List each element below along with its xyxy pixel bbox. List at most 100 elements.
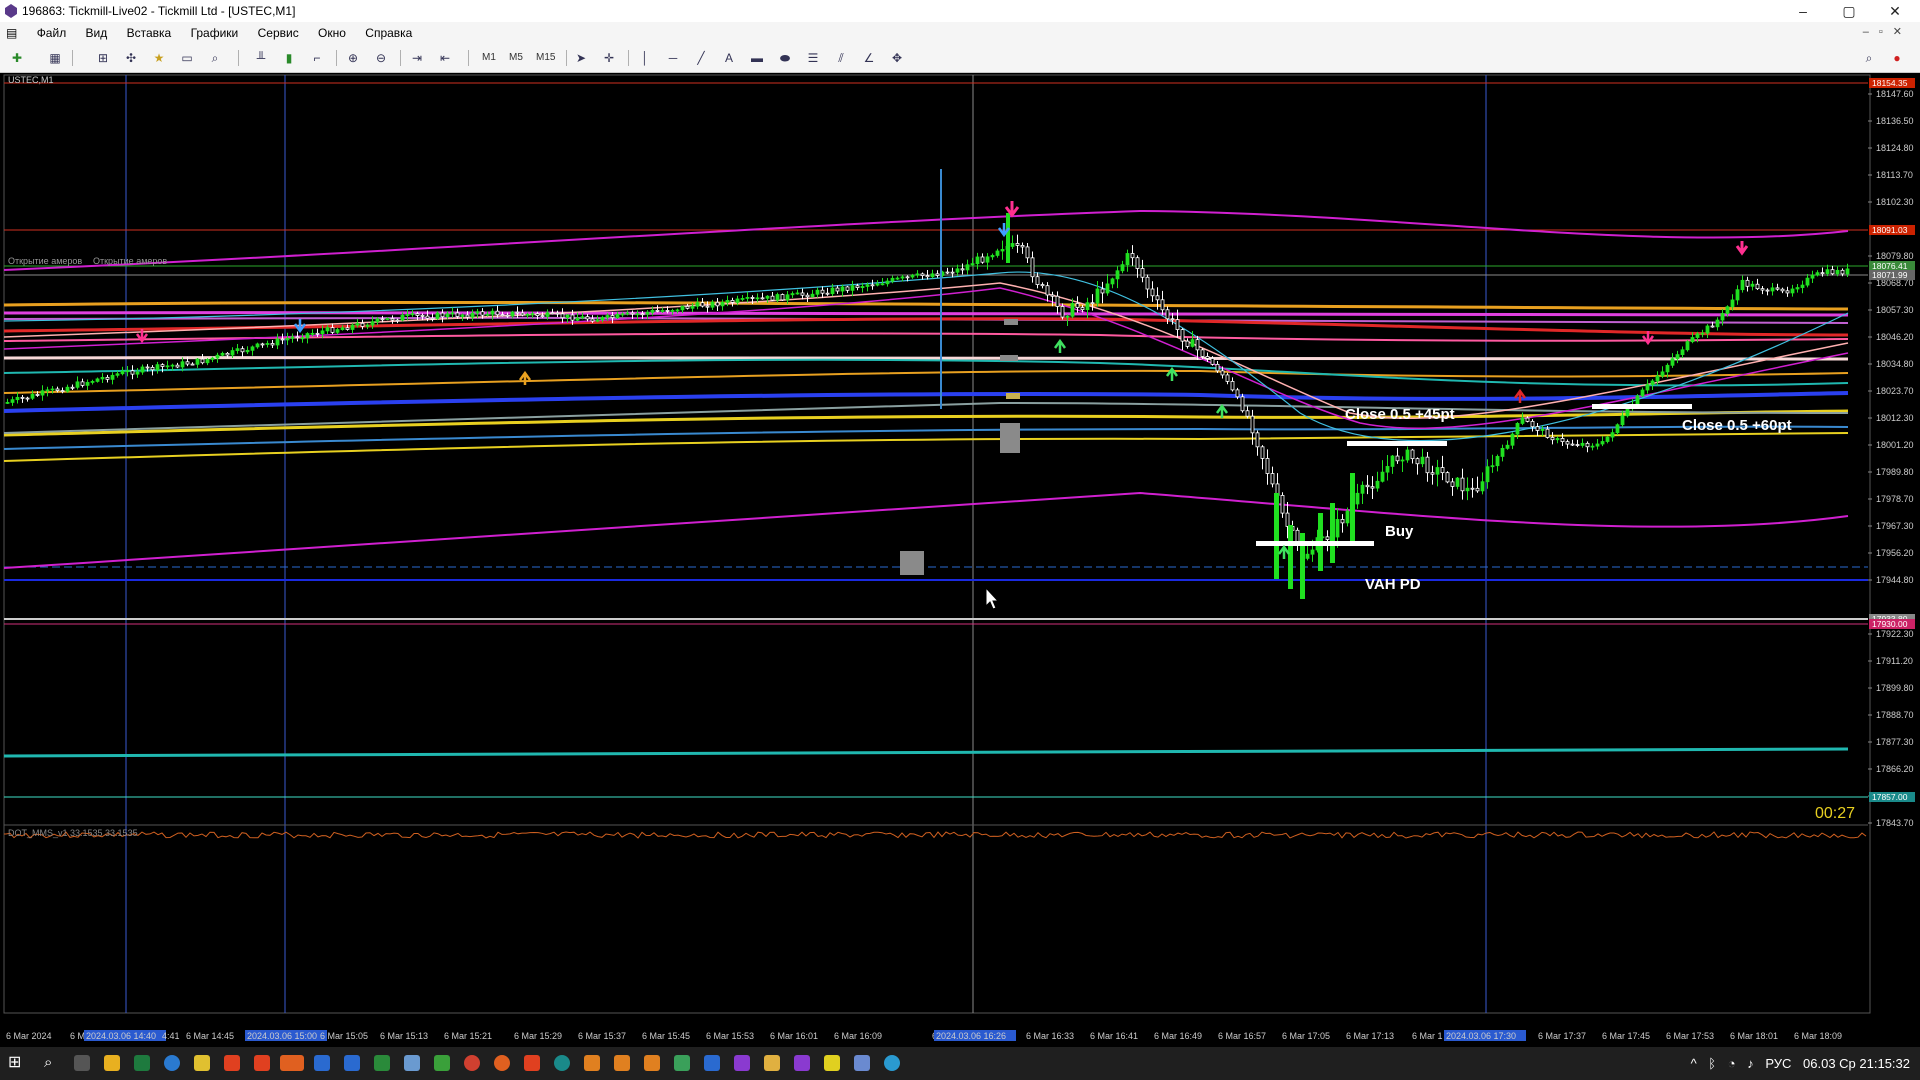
text-tool-icon[interactable]: A (720, 49, 738, 67)
tester-icon[interactable]: ⌕ (206, 49, 224, 67)
time-axis-label: 6 Mar 1 (1412, 1031, 1443, 1041)
volume-icon[interactable]: ♪ (1747, 1056, 1754, 1071)
language-indicator[interactable]: РУС (1765, 1056, 1791, 1071)
candle-body (1205, 356, 1210, 359)
trendline-icon[interactable]: ╱ (692, 49, 710, 67)
favorites-icon[interactable]: ★ (150, 49, 168, 67)
app-icon[interactable] (704, 1055, 720, 1071)
zoom-out-icon[interactable]: ⊖ (372, 49, 390, 67)
vertical-line-icon[interactable]: │ (636, 49, 654, 67)
menu-help[interactable]: Справка (357, 22, 420, 44)
menu-file[interactable]: Файл (29, 22, 75, 44)
channel-icon[interactable]: ⫽ (832, 49, 850, 67)
chrome-icon[interactable] (464, 1055, 480, 1071)
candle-body (685, 305, 690, 309)
timeframe-m5[interactable]: M5 (509, 49, 523, 67)
app-icon[interactable] (314, 1055, 330, 1071)
market-watch-icon[interactable]: ⊞ (94, 49, 112, 67)
start-icon[interactable]: ⊞ (8, 1055, 24, 1071)
app-icon[interactable] (644, 1055, 660, 1071)
ellipse-icon[interactable]: ⬬ (776, 49, 794, 67)
bluetooth-icon[interactable]: ᛒ (1708, 1056, 1716, 1071)
candle-chart-icon[interactable]: ▮ (280, 49, 298, 67)
horizontal-line-icon[interactable]: ─ (664, 49, 682, 67)
zoom-in-icon[interactable]: ⊕ (344, 49, 362, 67)
app-icon[interactable] (280, 1055, 304, 1071)
browser-icon[interactable] (164, 1055, 180, 1071)
file-explorer-icon[interactable] (104, 1055, 120, 1071)
candle-body (240, 348, 245, 353)
chart-shift-icon[interactable]: ⇤ (436, 49, 454, 67)
new-chart-icon[interactable]: ✚ (8, 49, 26, 67)
app-icon[interactable] (674, 1055, 690, 1071)
candle-body (150, 366, 155, 371)
cursor-icon[interactable]: ➤ (572, 49, 590, 67)
metatrader-taskbar-icon[interactable] (404, 1055, 420, 1071)
maximize-button[interactable]: ▢ (1826, 0, 1872, 22)
close2-annotation: Close 0.5 +60pt (1682, 417, 1792, 434)
candle-body (1650, 380, 1655, 385)
search-icon[interactable]: ⌕ (44, 1055, 60, 1071)
menu-tools[interactable]: Сервис (250, 22, 307, 44)
menu-window[interactable]: Окно (310, 22, 354, 44)
app-icon[interactable] (854, 1055, 870, 1071)
candle-body (510, 311, 515, 317)
candle-body (100, 376, 105, 380)
crosshair-icon[interactable]: ✛ (600, 49, 618, 67)
app-icon[interactable] (734, 1055, 750, 1071)
excel-icon[interactable] (134, 1055, 150, 1071)
candle-body (440, 312, 445, 318)
rectangle-icon[interactable]: ▬ (748, 49, 766, 67)
timeframe-m15[interactable]: M15 (536, 49, 555, 67)
tray-chevron-icon[interactable]: ^ (1691, 1056, 1697, 1071)
app-icon[interactable] (794, 1055, 810, 1071)
menu-insert[interactable]: Вставка (119, 22, 180, 44)
app-icon[interactable] (554, 1055, 570, 1071)
terminal-icon[interactable]: ▭ (178, 49, 196, 67)
app-icon[interactable] (584, 1055, 600, 1071)
shapes-dropdown-icon[interactable]: ✥ (888, 49, 906, 67)
fibonacci-icon[interactable]: ☰ (804, 49, 822, 67)
app-icon[interactable] (344, 1055, 360, 1071)
line-chart-icon[interactable]: ⌐ (308, 49, 326, 67)
candle-body (1670, 358, 1675, 366)
candle-body (990, 255, 995, 258)
profiles-icon[interactable]: ▦ (46, 49, 64, 67)
brave-icon[interactable] (254, 1055, 270, 1071)
menu-app-icon[interactable]: ▤ (0, 22, 25, 44)
brave-icon[interactable] (224, 1055, 240, 1071)
timeframe-m1[interactable]: M1 (482, 49, 496, 67)
network-icon[interactable]: ◔ (1728, 1056, 1736, 1071)
clock[interactable]: 06.03 Ср 21:15:32 (1803, 1056, 1910, 1071)
app-icon[interactable] (434, 1055, 450, 1071)
navigator-icon[interactable]: ✣ (122, 49, 140, 67)
candle-body (1655, 375, 1660, 382)
candle-body (405, 314, 410, 316)
notifications-icon[interactable]: ● (1888, 49, 1906, 67)
task-view-icon[interactable] (74, 1055, 90, 1071)
menu-view[interactable]: Вид (78, 22, 116, 44)
minimize-button[interactable]: – (1780, 0, 1826, 22)
app-icon[interactable] (824, 1055, 840, 1071)
notes-icon[interactable] (194, 1055, 210, 1071)
candle-body (625, 312, 630, 315)
brave-icon[interactable] (524, 1055, 540, 1071)
telegram-icon[interactable] (884, 1055, 900, 1071)
candle-body (1730, 299, 1735, 308)
search-icon[interactable]: ⌕ (1860, 49, 1878, 67)
menu-charts[interactable]: Графики (183, 22, 247, 44)
firefox-icon[interactable] (494, 1055, 510, 1071)
close-button[interactable]: ✕ (1872, 0, 1918, 22)
app-icon[interactable] (764, 1055, 780, 1071)
app-icon[interactable] (374, 1055, 390, 1071)
chart-area[interactable]: USTEC,M1 Открытие амеров Открытие амеров… (0, 73, 1920, 1047)
angle-icon[interactable]: ∠ (860, 49, 878, 67)
mdi-controls[interactable]: –▫✕ (1863, 25, 1912, 38)
candle-body (1455, 477, 1460, 487)
candle-body (230, 350, 235, 356)
bar-chart-icon[interactable]: ╨ (252, 49, 270, 67)
autoscroll-icon[interactable]: ⇥ (408, 49, 426, 67)
app-icon[interactable] (614, 1055, 630, 1071)
candle-body (1305, 553, 1310, 559)
price-chart[interactable]: USTEC,M1 Открытие амеров Открытие амеров… (0, 73, 1920, 1047)
